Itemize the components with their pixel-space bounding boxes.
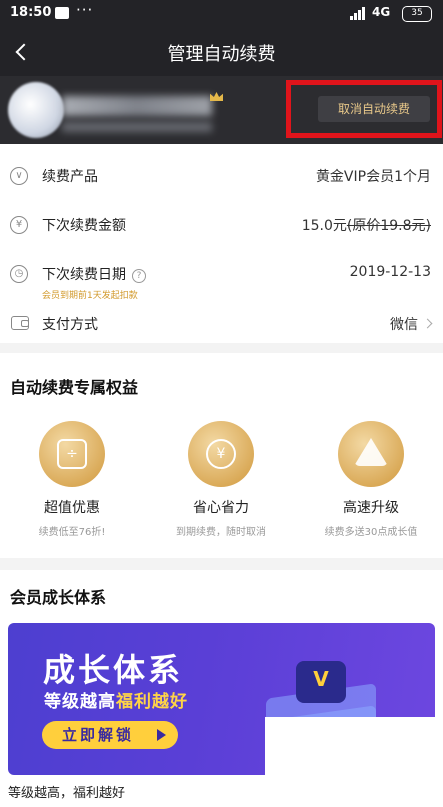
detail-label: 续费产品 [42, 169, 98, 185]
banner-caption: 等级越高，福利越好 [8, 786, 126, 801]
wallet-icon [11, 316, 29, 330]
cta-label: 立即解锁 [62, 726, 135, 744]
chevron-right-icon [422, 318, 433, 329]
yen-circle-icon: ¥ [10, 216, 28, 234]
chevron-circle-icon: ∨ [10, 167, 28, 185]
tag-discount-icon: ÷ [39, 421, 105, 487]
detail-label: 支付方式 [42, 317, 98, 333]
help-question-icon[interactable]: ? [132, 269, 146, 283]
blurred-user-info [62, 122, 212, 132]
benefit-title: 高速升级 [343, 500, 399, 516]
benefit-title: 超值优惠 [44, 500, 100, 516]
growth-section-title: 会员成长体系 [10, 588, 107, 607]
nav-header: 管理自动续费 [0, 28, 443, 76]
detail-value: 15.0元(原价19.8元) [302, 215, 431, 235]
crown-icon [210, 92, 223, 101]
alarm-clock-icon: ¥ [188, 421, 254, 487]
payment-method-value: 微信 [390, 317, 418, 333]
play-arrow-icon [157, 729, 166, 741]
banner-title: 成长体系 [43, 651, 184, 689]
banner-subtitle: 等级越高福利越好 [44, 687, 188, 712]
unlock-now-button[interactable]: 立即解锁 [42, 721, 178, 749]
benefit-title: 省心省力 [193, 500, 249, 516]
benefit-subtitle: 到期续费，随时取消 [176, 527, 266, 538]
detail-value: 2019-12-13 [349, 264, 431, 280]
message-icon [55, 7, 69, 19]
warning-up-icon [338, 421, 404, 487]
benefit-item: ¥ 省心省力 到期续费，随时取消 [151, 421, 291, 538]
signal-icon [350, 6, 368, 20]
current-price: 15.0元 [301, 218, 347, 234]
banner-subtitle-highlight: 福利越好 [116, 692, 188, 712]
overlay-patch [265, 717, 443, 807]
section-divider [0, 343, 443, 353]
network-type: 4G [372, 5, 391, 19]
page-title: 管理自动续费 [167, 44, 276, 65]
status-bar: 18:50 ··· 4G 35 [0, 0, 443, 28]
section-divider [0, 558, 443, 570]
deduction-note: 会员到期前1天发起扣款 [42, 291, 138, 301]
detail-value: 黄金VIP会员1个月 [315, 169, 431, 185]
banner-subtitle-prefix: 等级越高 [44, 692, 116, 712]
detail-label-text: 下次续费日期 [42, 267, 126, 283]
benefit-item: 高速升级 续费多送30点成长值 [301, 421, 441, 538]
benefits-section-title: 自动续费专属权益 [10, 378, 139, 397]
cancel-auto-renew-button[interactable]: 取消自动续费 [318, 96, 430, 122]
blurred-username [62, 96, 212, 116]
clock-icon: ◷ [10, 265, 28, 283]
avatar [8, 82, 64, 138]
detail-value: 微信 [390, 314, 433, 334]
benefit-subtitle: 续费低至76折! [38, 527, 106, 538]
more-notifications-icon: ··· [76, 1, 94, 19]
status-time: 18:50 [10, 5, 52, 20]
benefit-item: ÷ 超值优惠 续费低至76折! [2, 421, 142, 538]
battery-icon: 35 [402, 6, 432, 22]
detail-label: 下次续费金额 [42, 218, 126, 234]
benefit-subtitle: 续费多送30点成长值 [324, 527, 418, 538]
detail-label: 下次续费日期? [42, 264, 146, 284]
original-price: (原价19.8元) [346, 218, 431, 234]
